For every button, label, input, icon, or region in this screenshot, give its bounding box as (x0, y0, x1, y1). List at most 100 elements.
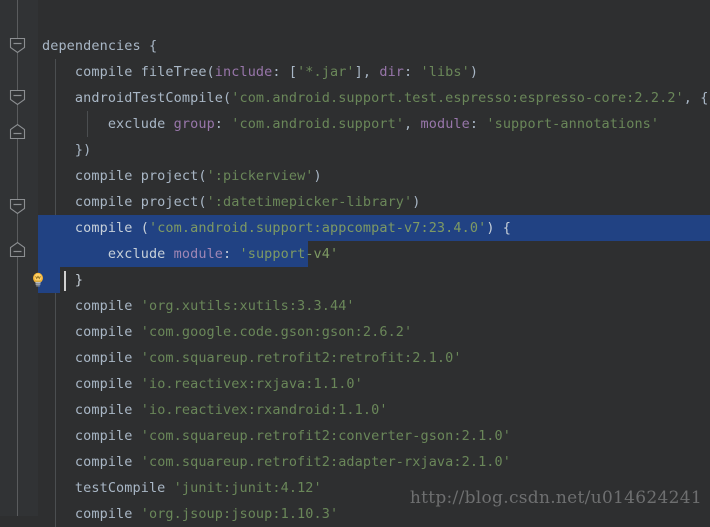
code-line[interactable]: exclude group: 'com.android.support', mo… (38, 111, 710, 137)
code-token: dir (379, 64, 405, 80)
code-token: androidTestCompile( (42, 90, 232, 106)
code-token: , (404, 116, 421, 132)
code-token: : (214, 116, 232, 132)
fold-open-androidtest[interactable] (8, 88, 27, 107)
code-token: : (469, 116, 487, 132)
code-line-text: compile 'org.xutils:xutils:3.3.44' (38, 293, 355, 319)
code-line-text: compile 'org.jsoup:jsoup:1.10.3' (38, 501, 338, 527)
code-line[interactable]: exclude module: 'support-v4' (38, 241, 710, 267)
code-line-text: exclude group: 'com.android.support', mo… (38, 111, 659, 137)
fold-open-dependencies[interactable] (8, 36, 27, 55)
code-line[interactable]: compile 'io.reactivex:rxandroid:1.1.0' (38, 397, 710, 423)
editor-gutter[interactable] (0, 0, 38, 516)
code-token: compile (42, 402, 141, 418)
code-line-text: compile 'io.reactivex:rxjava:1.1.0' (38, 371, 363, 397)
code-token: exclude (42, 116, 174, 132)
code-token: 'libs' (420, 64, 470, 80)
code-token: 'org.jsoup:jsoup:1.10.3' (140, 506, 339, 522)
code-line-text: compile 'io.reactivex:rxandroid:1.1.0' (38, 397, 388, 423)
code-token: 'support-annotations' (486, 116, 660, 132)
code-token: include (214, 64, 273, 80)
code-line-text: compile 'com.squareup.retrofit2:converte… (38, 423, 511, 449)
code-content[interactable]: dependencies { compile fileTree(include:… (38, 0, 710, 527)
code-line-text: compile ('com.android.support:appcompat-… (38, 215, 511, 241)
code-token: }) (42, 142, 92, 158)
code-token: : (223, 246, 240, 262)
code-token: compile (42, 298, 141, 314)
code-token: ], (354, 64, 380, 80)
code-line-text: exclude module: 'support-v4' (38, 241, 338, 267)
code-token: compile (42, 506, 141, 522)
code-token: compile ( (42, 220, 149, 236)
code-token: 'com.squareup.retrofit2:adapter-rxjava:2… (140, 454, 511, 470)
code-line-text: compile project(':pickerview') (38, 163, 322, 189)
code-token: compile (42, 376, 141, 392)
watermark-url: http://blog.csdn.net/u014624241 (409, 488, 702, 508)
code-token: ) (469, 64, 479, 80)
code-token: ':pickerview' (206, 168, 314, 184)
code-line-text: androidTestCompile('com.android.support.… (38, 85, 708, 111)
code-line[interactable]: compile 'org.xutils:xutils:3.3.44' (38, 293, 710, 319)
code-line[interactable]: compile project(':pickerview') (38, 163, 710, 189)
code-line-text: compile 'com.google.code.gson:gson:2.6.2… (38, 319, 412, 345)
code-token: 'com.android.support' (231, 116, 405, 132)
code-token: : (404, 64, 421, 80)
code-token: compile fileTree( (42, 64, 215, 80)
code-token: , { (683, 90, 709, 106)
code-token: '*.jar' (297, 64, 355, 80)
lightbulb-icon[interactable] (30, 272, 46, 288)
code-token: compile (42, 454, 141, 470)
code-line[interactable]: } (38, 267, 710, 293)
code-line[interactable]: compile fileTree(include: ['*.jar'], dir… (38, 59, 710, 85)
code-token: compile (42, 428, 141, 444)
code-token: exclude (42, 246, 174, 262)
code-line[interactable]: compile 'com.squareup.retrofit2:converte… (38, 423, 710, 449)
code-line[interactable]: compile 'com.squareup.retrofit2:adapter-… (38, 449, 710, 475)
code-token: compile project( (42, 194, 207, 210)
code-token: module (173, 246, 224, 262)
code-line[interactable]: compile 'com.squareup.retrofit2:retrofit… (38, 345, 710, 371)
code-token: compile (42, 350, 141, 366)
code-line[interactable]: compile project(':datetimepicker-library… (38, 189, 710, 215)
code-line-text: compile project(':datetimepicker-library… (38, 189, 421, 215)
code-token: group (173, 116, 215, 132)
code-token: compile project( (42, 168, 207, 184)
fold-close-appcompat[interactable] (8, 240, 27, 259)
code-token: ) { (486, 220, 511, 236)
code-line-text: dependencies { (38, 33, 157, 59)
code-line-text: compile 'com.squareup.retrofit2:retrofit… (38, 345, 462, 371)
code-line[interactable]: compile ('com.android.support:appcompat-… (38, 215, 710, 241)
code-token: 'com.google.code.gson:gson:2.6.2' (140, 324, 413, 340)
code-token: 'io.reactivex:rxandroid:1.1.0' (140, 402, 388, 418)
code-token: } (42, 272, 84, 288)
code-token: 'com.android.support.test.espresso:espre… (231, 90, 684, 106)
code-token: 'io.reactivex:rxjava:1.1.0' (140, 376, 363, 392)
code-line[interactable]: dependencies { (38, 33, 710, 59)
code-line[interactable]: compile 'com.google.code.gson:gson:2.6.2… (38, 319, 710, 345)
code-token: 'com.android.support:appcompat-v7:23.4.0… (148, 220, 487, 236)
code-token: 'support-v4' (239, 246, 339, 262)
code-line[interactable]: }) (38, 137, 710, 163)
code-line-text: testCompile 'junit:junit:4.12' (38, 475, 322, 501)
code-token: ':datetimepicker-library' (206, 194, 413, 210)
code-token: ) (412, 194, 421, 210)
code-token: 'org.xutils:xutils:3.3.44' (140, 298, 355, 314)
code-token: 'com.squareup.retrofit2:retrofit:2.1.0' (140, 350, 462, 366)
code-token: compile (42, 324, 141, 340)
code-line-text: }) (38, 137, 91, 163)
code-line-text: compile 'com.squareup.retrofit2:adapter-… (38, 449, 511, 475)
code-line-text: compile fileTree(include: ['*.jar'], dir… (38, 59, 478, 85)
code-token: dependencies { (42, 38, 158, 54)
fold-open-appcompat[interactable] (8, 197, 27, 216)
text-caret (64, 271, 66, 291)
code-token: ) (313, 168, 322, 184)
code-line[interactable]: compile 'io.reactivex:rxjava:1.1.0' (38, 371, 710, 397)
code-token: module (420, 116, 470, 132)
fold-close-androidtest[interactable] (8, 122, 27, 141)
code-token: 'junit:junit:4.12' (173, 480, 322, 496)
code-line[interactable]: androidTestCompile('com.android.support.… (38, 85, 710, 111)
code-editor[interactable]: dependencies { compile fileTree(include:… (0, 0, 710, 527)
code-token: : [ (272, 64, 298, 80)
code-token: testCompile (42, 480, 174, 496)
code-token: 'com.squareup.retrofit2:converter-gson:2… (140, 428, 511, 444)
